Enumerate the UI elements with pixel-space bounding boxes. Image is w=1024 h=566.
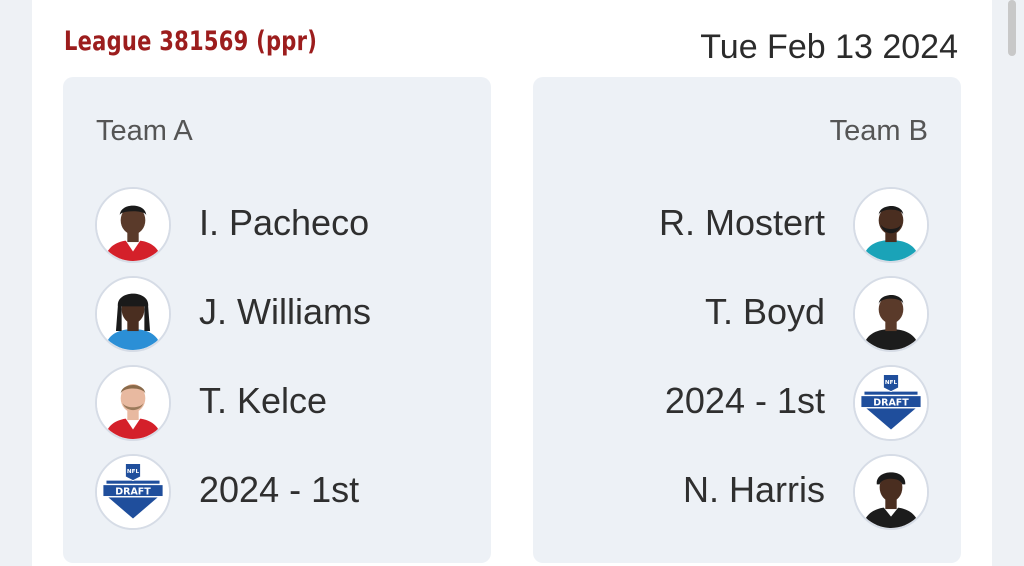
team-b-item-mostert[interactable]: R. Mostert xyxy=(569,187,929,265)
player-avatar-icon xyxy=(95,365,171,441)
player-avatar-icon xyxy=(853,187,929,263)
team-b-item-harris[interactable]: N. Harris xyxy=(569,454,929,532)
nfl-draft-logo-icon: NFL DRAFT xyxy=(853,365,929,441)
team-a-title: Team A xyxy=(96,115,193,147)
draft-logo-nfl-text: NFL xyxy=(127,469,140,475)
page-scrollbar[interactable] xyxy=(1008,0,1016,56)
player-avatar-icon xyxy=(853,276,929,352)
team-a-item-name: T. Kelce xyxy=(199,380,328,421)
team-a-panel: Team A I. Pacheco J. Williams T. Kelce N… xyxy=(63,77,491,563)
team-b-item-draft-pick[interactable]: 2024 - 1st NFL DRAFT xyxy=(569,365,929,443)
team-a-item-name: I. Pacheco xyxy=(199,202,370,243)
team-b-item-boyd[interactable]: T. Boyd xyxy=(569,276,929,354)
team-b-panel: Team B R. Mostert T. Boyd 2024 - 1st NFL… xyxy=(533,77,961,563)
team-a-item-name: J. Williams xyxy=(199,291,371,332)
nfl-draft-logo-icon: NFL DRAFT xyxy=(95,454,171,530)
team-b-item-name: R. Mostert xyxy=(658,202,825,243)
draft-logo-draft-text: DRAFT xyxy=(873,397,909,408)
draft-logo-draft-text: DRAFT xyxy=(115,486,151,497)
team-a-item-name: 2024 - 1st xyxy=(199,469,360,510)
draft-logo-nfl-text: NFL xyxy=(885,380,898,386)
league-title[interactable]: League 381569 (ppr) xyxy=(64,26,317,57)
trade-date: Tue Feb 13 2024 xyxy=(700,28,958,66)
player-avatar-icon xyxy=(95,276,171,352)
team-b-title: Team B xyxy=(829,115,928,147)
player-avatar-icon xyxy=(853,454,929,530)
player-avatar-icon xyxy=(95,187,171,263)
team-b-item-name: 2024 - 1st xyxy=(664,380,825,421)
team-b-item-name: N. Harris xyxy=(683,469,825,510)
team-b-item-name: T. Boyd xyxy=(704,291,825,332)
